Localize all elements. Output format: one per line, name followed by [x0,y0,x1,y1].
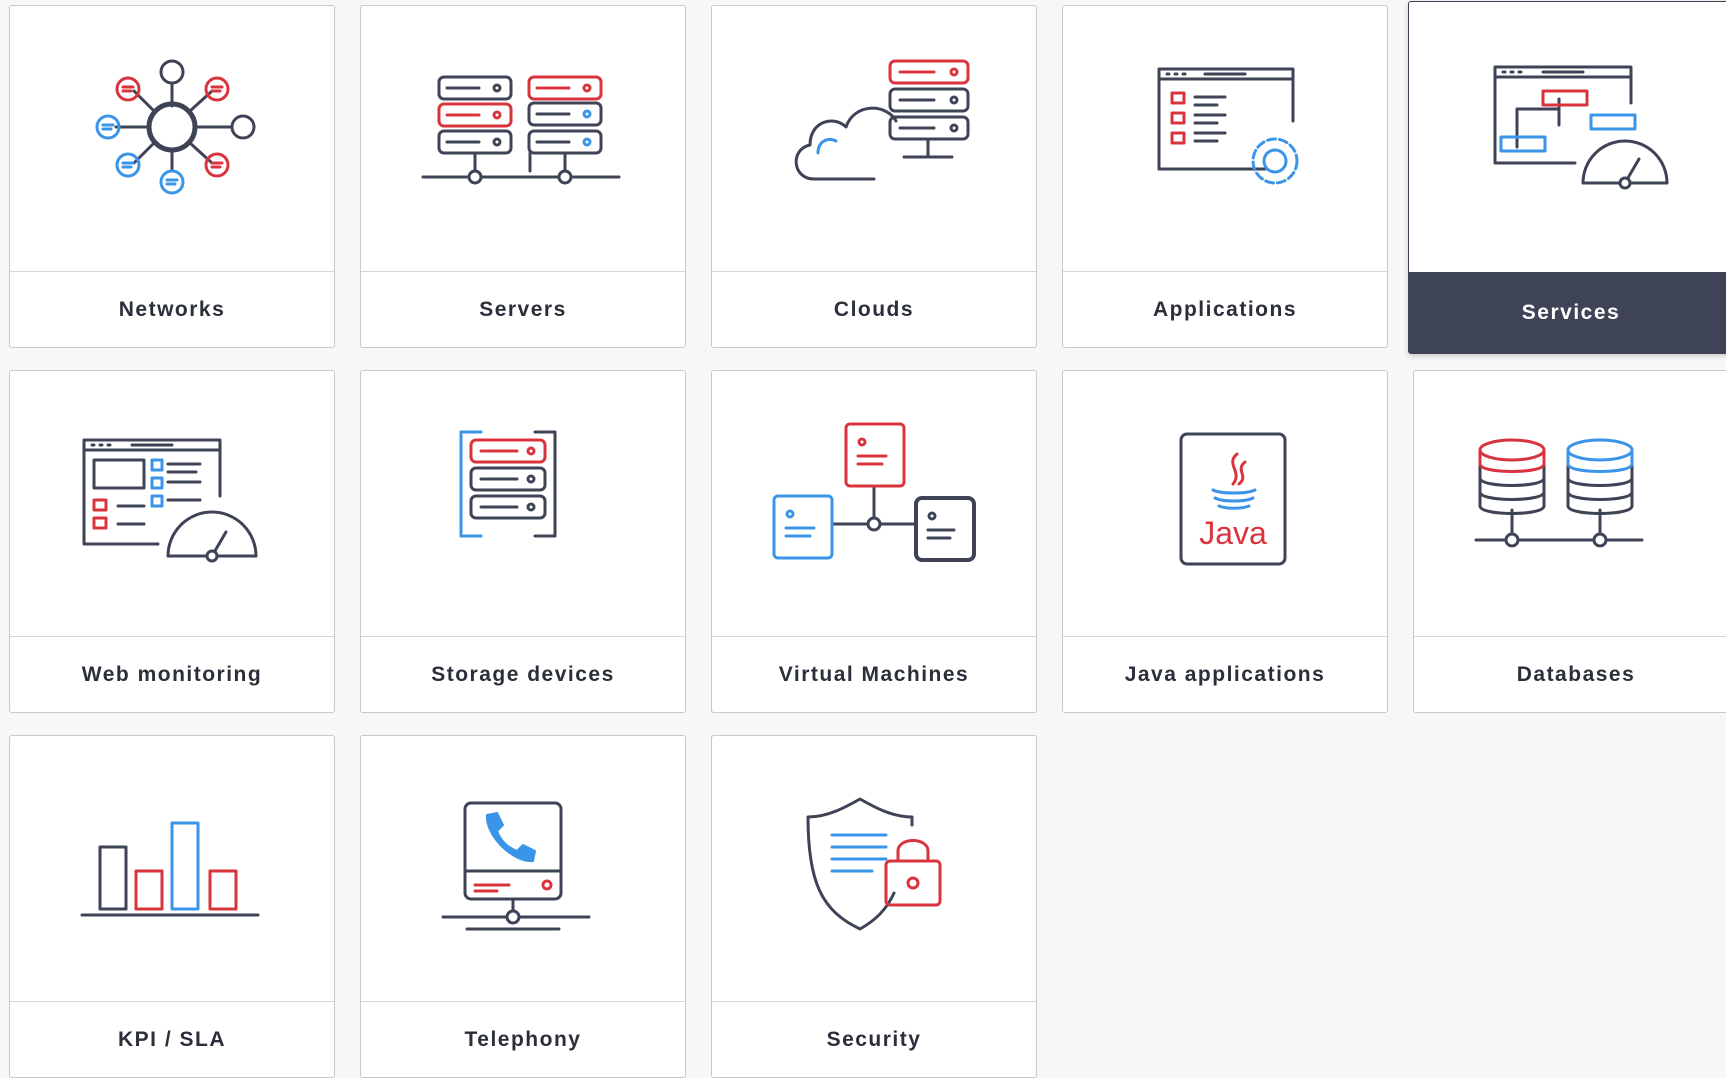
network-topology-icon [95,59,256,194]
category-label: Clouds [833,297,915,321]
database-icon [1474,438,1644,547]
bar-chart-icon [80,821,260,916]
category-label: Servers [479,297,567,321]
category-label-area: Virtual Machines [712,636,1036,712]
java-logo-icon: Java [1179,432,1287,565]
category-card-applications[interactable]: Applications [1062,5,1388,348]
category-label: Virtual Machines [778,662,970,686]
category-card-storage-devices[interactable]: Storage devices [360,370,686,713]
category-label: Applications [1152,297,1297,321]
category-card-networks[interactable]: Networks [9,5,335,348]
category-card-clouds[interactable]: Clouds [711,5,1037,348]
category-label-area: Java applications [1063,636,1387,712]
category-card-java-applications[interactable]: Java Java applications [1062,370,1388,713]
category-label: Telephony [464,1027,582,1051]
category-label-area: Clouds [712,271,1036,347]
category-label-area: Services [1409,272,1726,353]
shield-lock-icon [806,797,942,930]
application-settings-icon [1157,67,1299,184]
category-label-area: Telephony [361,1001,685,1077]
category-card-services[interactable]: Services [1408,1,1726,354]
category-card-servers[interactable]: Servers [360,5,686,348]
category-label-area: Databases [1414,636,1726,712]
category-label: Databases [1516,662,1636,686]
service-dashboard-icon [1493,65,1669,189]
category-label-area: Web monitoring [10,636,334,712]
category-label-area: Security [712,1001,1036,1077]
cloud-server-icon [794,59,970,180]
category-label: Services [1521,300,1621,324]
java-logo-text: Java [1199,515,1267,551]
category-card-virtual-machines[interactable]: Virtual Machines [711,370,1037,713]
category-label: Security [826,1027,922,1051]
storage-device-icon [459,430,557,537]
category-label-area: Applications [1063,271,1387,347]
category-label: Storage devices [431,662,615,686]
category-card-kpi-sla[interactable]: KPI / SLA [9,735,335,1078]
category-label: KPI / SLA [117,1027,226,1051]
category-card-telephony[interactable]: Telephony [360,735,686,1078]
category-label: Java applications [1124,662,1326,686]
virtual-machines-icon [772,422,976,562]
category-card-web-monitoring[interactable]: Web monitoring [9,370,335,713]
server-racks-icon [421,75,621,184]
category-card-security[interactable]: Security [711,735,1037,1078]
category-label-area: Storage devices [361,636,685,712]
category-label: Web monitoring [81,662,263,686]
category-label-area: Networks [10,271,334,347]
category-label-area: Servers [361,271,685,347]
category-label-area: KPI / SLA [10,1001,334,1077]
category-card-databases[interactable]: Databases [1413,370,1726,713]
web-monitoring-icon [82,438,258,562]
category-label: Networks [118,297,226,321]
telephone-icon [441,801,591,930]
